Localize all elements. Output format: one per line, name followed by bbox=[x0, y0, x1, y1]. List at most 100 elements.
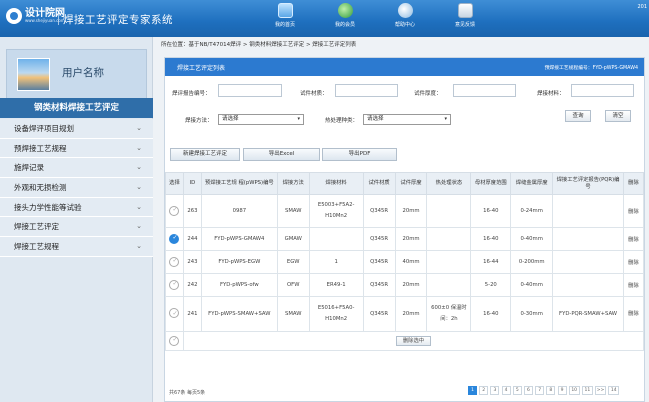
cell-range: 16-40 bbox=[470, 227, 512, 251]
page-button[interactable]: 11 bbox=[581, 386, 593, 395]
cell-method: SMAW bbox=[276, 296, 310, 332]
method-select-value: 请选择 bbox=[222, 116, 239, 122]
cell-heat bbox=[426, 194, 472, 228]
col-header: 热处理状态 bbox=[426, 172, 472, 195]
row-select-checkbox[interactable] bbox=[169, 280, 180, 290]
chevron-down-icon: ⌄ bbox=[136, 202, 142, 211]
clear-button[interactable]: 清空 bbox=[605, 110, 631, 122]
page-button[interactable]: 2 bbox=[479, 386, 489, 395]
pagination-info: 共67条 每页5条 bbox=[169, 390, 206, 396]
cell-thickness: 20mm bbox=[394, 273, 428, 297]
thickness-input[interactable] bbox=[453, 84, 516, 97]
sidebar-item-wps[interactable]: 焊接工艺规程 ⌄ bbox=[0, 237, 153, 257]
row-select-checkbox[interactable] bbox=[169, 308, 180, 319]
export-pdf-button[interactable]: 导出PDF bbox=[322, 148, 397, 161]
row-select-checkbox[interactable] bbox=[169, 257, 180, 267]
sidebar-item-label: 焊接工艺评定 bbox=[14, 222, 59, 232]
table-row[interactable]: 263 0987 SMAW E5003+F5A2-H10Mn2 Q345R 20… bbox=[165, 194, 645, 228]
cell-id: 244 bbox=[182, 227, 202, 251]
globe-icon bbox=[337, 3, 353, 18]
cell-range: 5-20 bbox=[470, 273, 512, 297]
cell-id: 263 bbox=[182, 194, 202, 228]
delete-selected-button[interactable]: 删除选中 bbox=[395, 336, 432, 346]
row-select-checkbox[interactable] bbox=[169, 234, 180, 244]
sidebar-item-equipment-plan[interactable]: 设备焊评项目规划 ⌄ bbox=[0, 119, 153, 139]
document-icon bbox=[457, 3, 473, 18]
nav-home-label: 我的首页 bbox=[274, 22, 295, 28]
cell-pwps: FYD-pWPS-SMAW+SAW bbox=[200, 296, 278, 332]
cell-base: Q345R bbox=[362, 250, 396, 274]
page-button[interactable]: 6 bbox=[523, 386, 533, 395]
method-select[interactable]: 请选择 ▾ bbox=[218, 114, 304, 125]
table-row[interactable]: 241 FYD-pWPS-SMAW+SAW SMAW E5016+F5A0-H1… bbox=[165, 296, 645, 332]
pagination: 1 2 3 4 5 6 7 8 9 10 11 >> 14 bbox=[468, 386, 621, 395]
sidebar-item-label: 接头力学性能等试验 bbox=[14, 202, 82, 212]
cell-weld: 0-24mm bbox=[510, 194, 554, 228]
cell-pqr bbox=[552, 273, 624, 297]
cell-heat: 600±0 保温时间：2h bbox=[426, 296, 472, 332]
last-page-button[interactable]: 14 bbox=[608, 386, 620, 395]
col-header: 删除 bbox=[622, 172, 645, 195]
panel-title: 焊接工艺评定列表 bbox=[177, 65, 226, 72]
sidebar-item-label: 焊接工艺规程 bbox=[14, 241, 59, 251]
cell-base: Q345R bbox=[362, 296, 396, 332]
cell-weld: 0-40mm bbox=[510, 227, 554, 251]
corner-text: 201 bbox=[637, 4, 647, 10]
delete-link[interactable]: 删除 bbox=[622, 194, 645, 228]
col-header: 试件材质 bbox=[362, 172, 396, 195]
select-all-checkbox[interactable] bbox=[169, 336, 180, 346]
sidebar-section-title[interactable]: 钢类材料焊接工艺评定 bbox=[0, 98, 153, 118]
delete-link[interactable]: 删除 bbox=[622, 250, 645, 274]
delete-link[interactable]: 删除 bbox=[622, 296, 645, 332]
page-button[interactable]: 1 bbox=[468, 386, 477, 395]
logo-mark-icon bbox=[6, 8, 22, 24]
sidebar-item-pqr[interactable]: 焊接工艺评定 ⌄ bbox=[0, 217, 153, 238]
site-logo[interactable]: 设计院网 www.shejiyuan.com bbox=[6, 8, 65, 24]
page-button[interactable]: 4 bbox=[501, 386, 511, 395]
next-page-button[interactable]: >> bbox=[595, 386, 607, 395]
page-button[interactable]: 7 bbox=[535, 386, 545, 395]
page-button[interactable]: 5 bbox=[512, 386, 522, 395]
col-header: 预焊接工艺规 程(pWPS)编号 bbox=[200, 172, 278, 195]
row-select-checkbox[interactable] bbox=[169, 206, 180, 216]
material-input[interactable] bbox=[335, 84, 398, 97]
query-button[interactable]: 查询 bbox=[565, 110, 591, 122]
col-header: 焊接工艺评定报告(PQR)编号 bbox=[552, 172, 624, 195]
page-button[interactable]: 3 bbox=[490, 386, 500, 395]
sidebar-menu: 设备焊评项目规划 ⌄ 预焊接工艺规程 ⌄ 施焊记录 ⌄ 外观和无损检测 ⌄ 接头力学性能… bbox=[0, 119, 153, 257]
weld-material-label: 焊接材料： bbox=[537, 91, 565, 97]
dropdown-arrow-icon: ▾ bbox=[297, 116, 300, 122]
table-header-row: 选择 ID 预焊接工艺规 程(pWPS)编号 焊接方法 焊接材料 试件材质 试件… bbox=[165, 172, 645, 195]
cell-base: Q345R bbox=[362, 227, 396, 251]
sidebar-item-label: 预焊接工艺规程 bbox=[14, 143, 67, 153]
col-header: 试件厚度 bbox=[394, 172, 428, 195]
avatar[interactable] bbox=[17, 58, 50, 91]
nav-home[interactable]: 我的首页 bbox=[255, 2, 315, 28]
page-button[interactable]: 8 bbox=[546, 386, 556, 395]
table-row[interactable]: 243 FYD-pWPS-EGW EGW 1 Q345R 40mm 16-44 … bbox=[165, 250, 645, 274]
weld-material-input[interactable] bbox=[571, 84, 634, 97]
pqr-table: 选择 ID 预焊接工艺规 程(pWPS)编号 焊接方法 焊接材料 试件材质 试件… bbox=[165, 172, 645, 351]
title-divider bbox=[58, 12, 59, 25]
nav-membership[interactable]: 我的会员 bbox=[315, 2, 375, 28]
report-no-input[interactable] bbox=[218, 84, 282, 97]
cell-material: 1 bbox=[308, 250, 364, 274]
delete-link[interactable]: 删除 bbox=[622, 227, 645, 251]
table-row[interactable]: 242 FYD-pWPS-ofw OFW ER49-1 Q345R 20mm 5… bbox=[165, 273, 645, 297]
table-row[interactable]: 244 FYD-pWPS-GMAW4 GMAW Q345R 20mm 16-40… bbox=[165, 227, 645, 251]
page-button[interactable]: 9 bbox=[557, 386, 567, 395]
sidebar-item-pre-wps[interactable]: 预焊接工艺规程 ⌄ bbox=[0, 138, 153, 159]
sidebar-item-weld-record[interactable]: 施焊记录 ⌄ bbox=[0, 158, 153, 179]
nav-help[interactable]: 帮助中心 bbox=[375, 2, 435, 28]
cell-thickness: 20mm bbox=[394, 227, 428, 251]
sidebar-item-ndt[interactable]: 外观和无损检测 ⌄ bbox=[0, 178, 153, 198]
sidebar-item-mechanical-test[interactable]: 接头力学性能等试验 ⌄ bbox=[0, 197, 153, 218]
page-button[interactable]: 10 bbox=[568, 386, 580, 395]
cell-heat bbox=[426, 273, 472, 297]
new-pqr-button[interactable]: 新建焊接工艺评定 bbox=[170, 148, 240, 161]
export-excel-button[interactable]: 导出Excel bbox=[243, 148, 320, 161]
nav-feedback[interactable]: 意见反馈 bbox=[435, 2, 495, 28]
cell-heat bbox=[426, 250, 472, 274]
delete-link[interactable]: 删除 bbox=[622, 273, 645, 297]
heat-treatment-select[interactable]: 请选择 ▾ bbox=[363, 114, 451, 125]
